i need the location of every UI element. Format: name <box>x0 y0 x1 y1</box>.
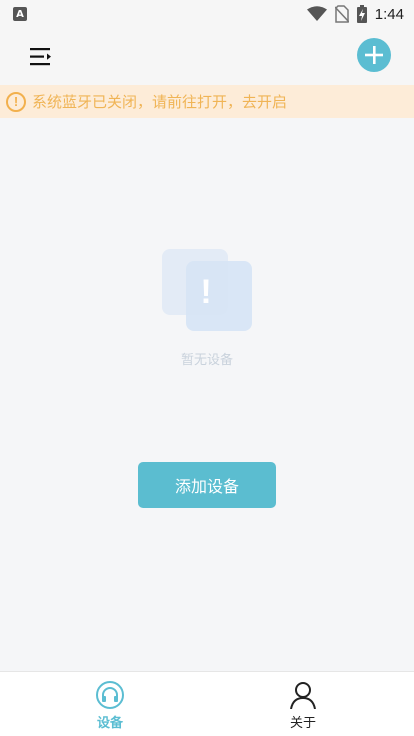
add-device-button[interactable]: 添加设备 <box>138 462 276 508</box>
user-icon <box>290 682 316 709</box>
warning-icon: ! <box>6 91 26 112</box>
clock: 1:44 <box>374 5 404 23</box>
menu-button[interactable] <box>28 45 54 69</box>
bottom-tab-bar: 设备 关于 <box>0 671 414 736</box>
tab-devices-label: 设备 <box>96 716 123 731</box>
status-bar: A 1:44 <box>0 0 414 28</box>
empty-state-text: 暂无设备 <box>180 353 233 368</box>
bluetooth-warning-banner[interactable]: ! 系统蓝牙已关闭，请前往打开，去开启 <box>0 85 414 118</box>
app-header <box>0 28 414 85</box>
battery-charging-icon <box>356 5 367 23</box>
plus-circle-icon <box>365 46 383 64</box>
banner-text: 系统蓝牙已关闭，请前往打开，去开启 <box>32 93 288 111</box>
tab-devices[interactable]: 设备 <box>50 672 170 736</box>
tab-about-label: 关于 <box>289 716 316 731</box>
tab-about[interactable]: 关于 <box>243 672 363 736</box>
empty-devices-illustration: ! <box>160 247 256 335</box>
headphones-icon <box>96 681 124 709</box>
wifi-icon <box>306 6 327 21</box>
add-button[interactable] <box>357 38 391 72</box>
menu-expand-icon <box>30 48 51 66</box>
status-icons: 1:44 <box>306 4 404 24</box>
empty-exclamation-glyph: ! <box>200 273 212 311</box>
notification-icon: A <box>13 7 27 21</box>
no-sim-icon <box>334 5 349 23</box>
